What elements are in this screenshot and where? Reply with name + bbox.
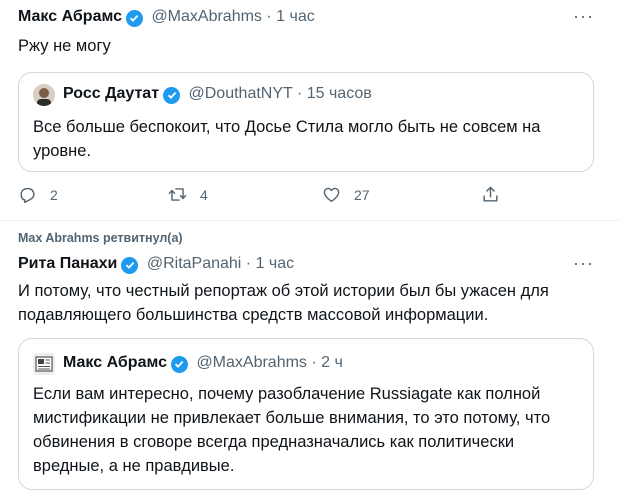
- retweet-icon: [168, 188, 187, 201]
- author-handle-time[interactable]: @MaxAbrahms · 1 час: [151, 8, 314, 25]
- quoted-tweet[interactable]: Росс Даутат @DouthatNYT · 15 часов Все б…: [18, 72, 594, 172]
- verified-badge-icon: [125, 9, 143, 27]
- retweet-label[interactable]: Max Abrahms ретвитнул(а): [18, 231, 183, 245]
- tweet-text: И потому, что честный репортаж об этой и…: [18, 282, 549, 324]
- avatar[interactable]: [33, 84, 55, 106]
- author-name[interactable]: Макс Абрамс: [18, 8, 122, 25]
- verified-badge-icon: [121, 256, 139, 274]
- quoted-tweet-text: Если вам интересно, почему разоблачение …: [33, 385, 551, 475]
- quoted-author-handle-time: @MaxAbrahms · 2 ч: [196, 354, 343, 371]
- quoted-tweet-text: Все больше беспокоит, что Досье Стила мо…: [33, 118, 541, 160]
- like-button[interactable]: 27: [322, 185, 370, 204]
- author-handle-time[interactable]: @RitaPanahi · 1 час: [147, 255, 294, 272]
- reply-icon: [20, 187, 35, 204]
- verified-badge-icon: [170, 355, 188, 373]
- avatar[interactable]: [33, 353, 55, 375]
- tweet-maxabrahms[interactable]: Макс Абрамс @MaxAbrahms · 1 час ··· Ржу …: [0, 0, 620, 219]
- share-button[interactable]: [481, 185, 513, 204]
- reply-button[interactable]: 2: [18, 185, 58, 204]
- retweet-count: 4: [200, 186, 208, 203]
- like-count: 27: [354, 186, 370, 203]
- more-options-icon[interactable]: ···: [573, 253, 594, 274]
- tweet-text: Ржу не могу: [18, 37, 111, 55]
- quoted-author-name: Росс Даутат: [63, 85, 160, 102]
- quoted-author-name: Макс Абрамс: [63, 354, 167, 371]
- retweet-button[interactable]: 4: [168, 185, 208, 204]
- like-icon: [323, 187, 340, 202]
- author-name[interactable]: Рита Панахи: [18, 255, 117, 272]
- quoted-tweet[interactable]: Макс Абрамс @MaxAbrahms · 2 ч Если вам и…: [18, 338, 594, 490]
- more-options-icon[interactable]: ···: [573, 6, 594, 27]
- reply-count: 2: [50, 186, 58, 203]
- verified-badge-icon: [163, 86, 181, 104]
- tweet-ritapanahi[interactable]: Max Abrahms ретвитнул(а) Рита Панахи @Ri…: [0, 221, 620, 492]
- share-icon: [483, 186, 498, 202]
- quoted-author-handle-time: @DouthatNYT · 15 часов: [188, 85, 372, 102]
